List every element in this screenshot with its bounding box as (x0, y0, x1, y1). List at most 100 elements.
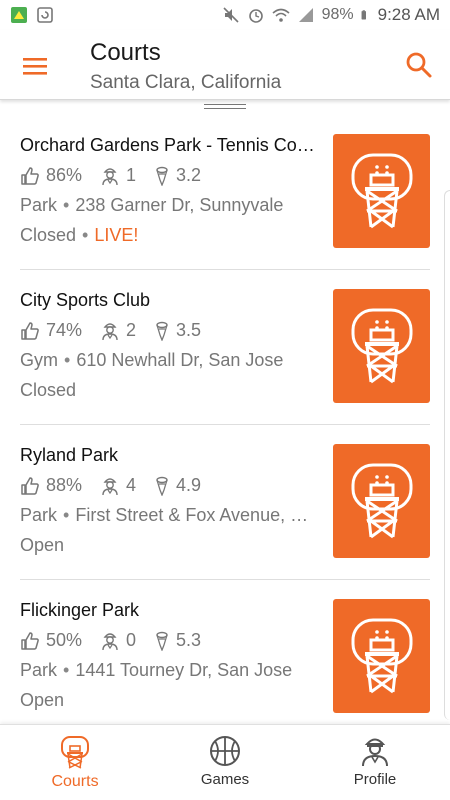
net-icon (156, 321, 168, 341)
nav-games-label: Games (200, 771, 250, 788)
app-notification-icon (11, 7, 27, 23)
open-status: Open (20, 535, 65, 555)
location-subtitle[interactable]: Santa Clara, California (90, 70, 281, 96)
court-thumbnail[interactable] (333, 134, 430, 248)
court-address: 238 Garner Dr, Sunnyvale (75, 195, 284, 215)
drag-handle[interactable] (204, 104, 246, 109)
court-status-line: Open (20, 690, 64, 711)
court-list-item[interactable]: Orchard Gardens Park - Tennis Cou… 86% 1 (0, 115, 450, 270)
players-value: 0 (126, 630, 137, 650)
page-title: Courts (90, 39, 161, 66)
court-status-line: Closed (20, 380, 76, 401)
open-status: Closed (20, 225, 77, 245)
live-badge: LIVE! (94, 225, 139, 245)
players-stat: 2 (100, 320, 136, 341)
signal-icon (298, 8, 313, 22)
bottom-nav: Courts Games Profile (0, 724, 450, 800)
separator-dot: • (63, 505, 70, 525)
court-meta: Park • First Street & Fox Avenue, Sa… (20, 505, 320, 526)
court-address: 1441 Tourney Dr, San Jose (75, 660, 293, 680)
status-right: 98% 9:28 AM (222, 5, 440, 25)
player-icon (102, 477, 118, 495)
court-address: 610 Newhall Dr, San Jose (76, 350, 284, 370)
court-list-item[interactable]: Flickinger Park 50% 0 5.3 Park • 1441 To… (0, 580, 450, 735)
court-stats: 50% 0 5.3 (20, 630, 219, 651)
venue-type: Park (20, 195, 58, 215)
nav-profile-label: Profile (353, 771, 397, 788)
clock: 9:28 AM (377, 5, 440, 24)
court-meta: Gym • 610 Newhall Dr, San Jose (20, 350, 320, 371)
separator-dot: • (63, 195, 70, 215)
nav-profile[interactable]: Profile (300, 725, 450, 800)
alarm-icon (248, 9, 263, 23)
player-icon (102, 632, 118, 650)
net-icon (156, 631, 168, 651)
court-name: City Sports Club (20, 290, 151, 310)
court-thumbnail[interactable] (333, 289, 430, 403)
court-stats: 74% 2 3.5 (20, 320, 219, 341)
score-stat: 5.3 (154, 630, 201, 651)
scroll-edge-indicator (444, 190, 450, 720)
court-name: Orchard Gardens Park - Tennis Cou… (20, 135, 320, 155)
basketball-hoop-icon (351, 308, 412, 384)
app-bar: Courts Santa Clara, California (0, 30, 450, 100)
player-profile-icon (362, 738, 388, 767)
score-stat: 4.9 (154, 475, 201, 496)
court-thumbnail[interactable] (333, 599, 430, 713)
thumbs-up-icon (21, 631, 39, 650)
rating-stat: 88% (20, 475, 82, 496)
nav-courts-label: Courts (51, 773, 99, 790)
net-icon (156, 166, 168, 186)
court-list-item[interactable]: Ryland Park 88% 4 4.9 Park • First Stree… (0, 425, 450, 580)
basketball-hoop-icon (351, 463, 412, 539)
rating-value: 86% (46, 165, 83, 185)
players-value: 1 (126, 165, 137, 185)
thumbs-up-icon (21, 476, 39, 495)
players-value: 2 (126, 320, 137, 340)
court-meta: Park • 1441 Tourney Dr, San Jose (20, 660, 320, 681)
open-status: Open (20, 690, 65, 710)
court-thumbnail[interactable] (333, 444, 430, 558)
court-stats: 88% 4 4.9 (20, 475, 219, 496)
score-value: 3.2 (176, 165, 202, 185)
players-stat: 0 (100, 630, 136, 651)
separator-dot: • (82, 225, 89, 245)
mute-icon (223, 7, 239, 23)
rating-value: 50% (46, 630, 83, 650)
court-status-line: Open (20, 535, 64, 556)
court-list-item[interactable]: City Sports Club 74% 2 3.5 Gym • 610 New… (0, 270, 450, 425)
basketball-hoop-icon (351, 618, 412, 694)
nav-games[interactable]: Games (150, 725, 300, 800)
basketball-icon (210, 736, 240, 766)
rating-value: 88% (46, 475, 83, 495)
title-block: Courts Santa Clara, California (90, 39, 281, 96)
players-stat: 1 (100, 165, 136, 186)
score-stat: 3.5 (154, 320, 201, 341)
court-address: First Street & Fox Avenue, Sa… (75, 505, 320, 525)
separator-dot: • (64, 350, 71, 370)
court-stats: 86% 1 3.2 (20, 165, 219, 186)
search-icon[interactable] (402, 48, 436, 82)
court-meta: Park • 238 Garner Dr, Sunnyvale (20, 195, 320, 216)
screenshot-icon (37, 7, 53, 23)
score-value: 4.9 (176, 475, 202, 495)
players-stat: 4 (100, 475, 136, 496)
battery-percent: 98% (321, 6, 354, 23)
nav-courts[interactable]: Courts (0, 725, 150, 800)
thumbs-up-icon (21, 321, 39, 340)
court-name: Flickinger Park (20, 600, 140, 620)
hamburger-menu-icon[interactable] (18, 49, 52, 83)
player-icon (102, 322, 118, 340)
score-value: 5.3 (176, 630, 202, 650)
basketball-hoop-icon (351, 153, 412, 229)
score-value: 3.5 (176, 320, 202, 340)
separator-dot: • (63, 660, 70, 680)
venue-type: Park (20, 505, 58, 525)
wifi-icon (272, 8, 290, 22)
court-name: Ryland Park (20, 445, 119, 465)
thumbs-up-icon (21, 166, 39, 185)
players-value: 4 (126, 475, 137, 495)
venue-type: Park (20, 660, 58, 680)
rating-stat: 50% (20, 630, 82, 651)
rating-stat: 86% (20, 165, 82, 186)
